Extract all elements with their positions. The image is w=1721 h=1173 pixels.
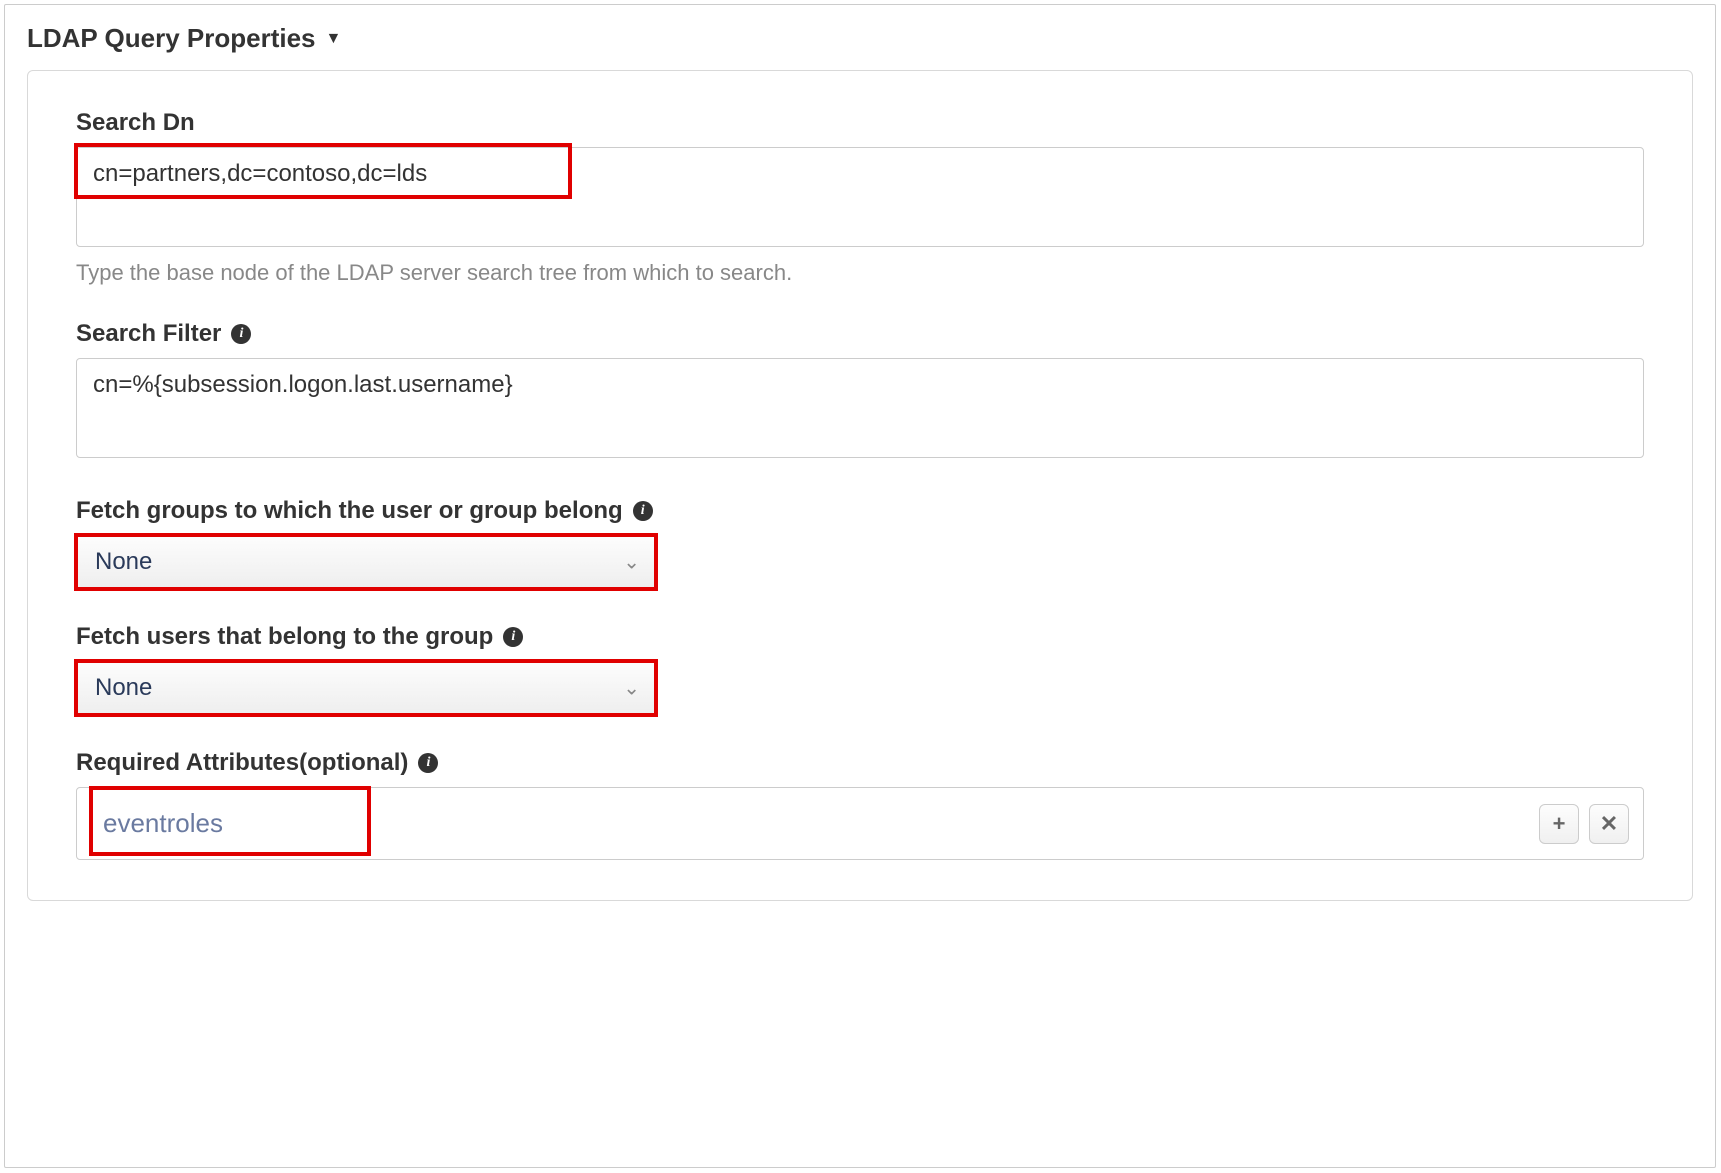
fetch-users-label: Fetch users that belong to the group [76, 623, 493, 651]
fetch-groups-value: None [95, 548, 152, 576]
search-dn-help: Type the base node of the LDAP server se… [76, 260, 1644, 286]
panel-header[interactable]: LDAP Query Properties ▼ [27, 23, 1693, 54]
info-icon[interactable]: i [503, 627, 523, 647]
remove-attribute-button[interactable]: ✕ [1589, 804, 1629, 844]
ldap-query-properties-panel: LDAP Query Properties ▼ Search Dn Type t… [4, 4, 1716, 1168]
collapse-toggle-icon: ▼ [326, 30, 342, 48]
fetch-users-select[interactable]: None ⌄ [76, 661, 656, 715]
plus-icon: + [1553, 811, 1566, 837]
search-dn-input[interactable] [76, 147, 1644, 247]
field-fetch-groups: Fetch groups to which the user or group … [76, 497, 1644, 589]
search-filter-label: Search Filter [76, 320, 221, 348]
panel-body: Search Dn Type the base node of the LDAP… [27, 70, 1693, 901]
info-icon[interactable]: i [633, 501, 653, 521]
search-filter-input[interactable] [76, 358, 1644, 458]
field-required-attributes: Required Attributes(optional) i + ✕ [76, 749, 1644, 860]
info-icon[interactable]: i [231, 324, 251, 344]
required-attribute-input[interactable] [87, 800, 977, 847]
required-attributes-label: Required Attributes(optional) [76, 749, 408, 777]
fetch-users-value: None [95, 674, 152, 702]
close-icon: ✕ [1600, 811, 1618, 837]
add-attribute-button[interactable]: + [1539, 804, 1579, 844]
fetch-groups-label: Fetch groups to which the user or group … [76, 497, 623, 525]
field-search-dn: Search Dn Type the base node of the LDAP… [76, 109, 1644, 286]
required-attributes-row: + ✕ [76, 787, 1644, 860]
fetch-groups-select[interactable]: None ⌄ [76, 535, 656, 589]
info-icon[interactable]: i [418, 753, 438, 773]
panel-title: LDAP Query Properties [27, 23, 316, 54]
search-dn-label: Search Dn [76, 109, 1644, 137]
field-fetch-users: Fetch users that belong to the group i N… [76, 623, 1644, 715]
field-search-filter: Search Filter i [76, 320, 1644, 463]
